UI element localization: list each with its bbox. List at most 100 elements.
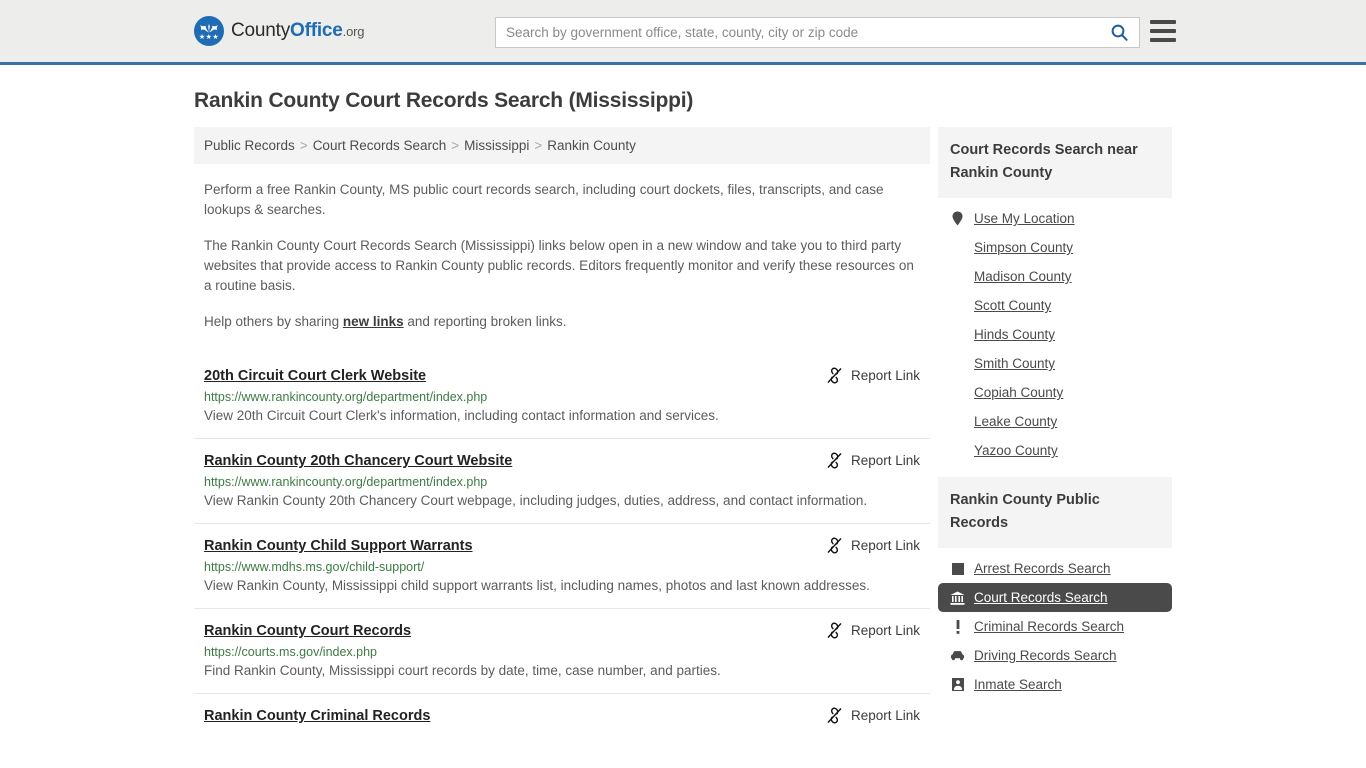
result-item: Rankin County 20th Chancery Court Websit…	[194, 438, 930, 523]
car-icon	[950, 650, 965, 661]
nearby-searches-box: Court Records Search near Rankin County …	[938, 127, 1172, 465]
search-button[interactable]	[1099, 18, 1139, 47]
intro-paragraph-1: Perform a free Rankin County, MS public …	[204, 182, 884, 217]
public-record-item-3[interactable]: Criminal Records Search	[938, 612, 1172, 641]
broken-link-icon	[827, 707, 842, 724]
hamburger-bar-1	[1150, 20, 1176, 24]
broken-link-icon	[827, 622, 842, 639]
nearby-search-item-1[interactable]: Use My Location	[938, 204, 1172, 233]
nearby-search-item-label: Simpson County	[974, 240, 1074, 255]
nearby-search-item-8[interactable]: Leake County	[938, 407, 1172, 436]
breadcrumb-item-1[interactable]: Public Records	[204, 138, 295, 153]
inmate-icon	[951, 678, 964, 691]
breadcrumb-separator: >	[451, 138, 460, 153]
public-record-item-label: Criminal Records Search	[974, 619, 1125, 634]
public-record-item-5[interactable]: Inmate Search	[938, 670, 1172, 699]
report-link-button[interactable]: Report Link	[826, 707, 920, 724]
intro-p3-before: Help others by sharing	[204, 314, 343, 329]
nearby-search-item-4[interactable]: Scott County	[938, 291, 1172, 320]
site-logo-text: CountyOffice.org	[231, 20, 364, 42]
nearby-search-item-label: Smith County	[974, 356, 1056, 371]
page-title: Rankin County Court Records Search (Miss…	[194, 89, 694, 112]
main-column: Public Records > Court Records Search > Miss…	[194, 127, 930, 737]
nearby-search-item-7[interactable]: Copiah County	[938, 378, 1172, 407]
sidebar: Court Records Search near Rankin County …	[938, 127, 1172, 711]
nearby-search-item-3[interactable]: Madison County	[938, 262, 1172, 291]
courthouse-icon	[950, 591, 965, 605]
nearby-search-item-label: Hinds County	[974, 327, 1056, 342]
report-link-button[interactable]: Report Link	[826, 537, 920, 554]
site-header: ★★★ CountyOffice.org	[0, 0, 1366, 65]
report-link-label: Report Link	[850, 708, 920, 723]
result-item: Rankin County Court Records https://court…	[194, 608, 930, 693]
nearby-searches-heading: Court Records Search near Rankin County	[938, 127, 1172, 198]
nearby-search-item-2[interactable]: Simpson County	[938, 233, 1172, 262]
report-link-label: Report Link	[850, 368, 920, 383]
breadcrumb-item-3[interactable]: Mississippi	[464, 138, 529, 153]
breadcrumb-separator: >	[534, 138, 543, 153]
results-list: 20th Circuit Court Clerk Website https://…	[194, 354, 930, 737]
hamburger-menu-icon[interactable]	[1150, 20, 1176, 42]
brand-part1: County	[231, 20, 291, 41]
report-link-label: Report Link	[850, 623, 920, 638]
exclamation-icon	[950, 619, 965, 634]
public-record-item-2[interactable]: Court Records Search	[938, 583, 1172, 612]
result-url: https://www.rankincounty.org/department/…	[204, 475, 488, 489]
result-url: https://www.mdhs.ms.gov/child-support/	[204, 560, 425, 574]
site-logo[interactable]: ★★★ CountyOffice.org	[194, 16, 364, 46]
nearby-search-item-label: Use My Location	[974, 211, 1075, 226]
search-icon	[1111, 24, 1128, 41]
result-item: 20th Circuit Court Clerk Website https://…	[194, 354, 930, 438]
map-pin-icon	[952, 211, 963, 226]
car-icon	[950, 651, 965, 661]
nearby-search-item-9[interactable]: Yazoo County	[938, 436, 1172, 465]
intro-paragraph-3: Help others by sharing new links and rep…	[204, 312, 920, 332]
result-title-link[interactable]: 20th Circuit Court Clerk Website	[204, 368, 426, 384]
result-url: https://courts.ms.gov/index.php	[204, 645, 378, 659]
report-link-label: Report Link	[850, 538, 920, 553]
nearby-search-item-5[interactable]: Hinds County	[938, 320, 1172, 349]
nearby-search-item-label: Scott County	[974, 298, 1052, 313]
brand-part2: Office	[290, 20, 343, 41]
breadcrumb-item-4[interactable]: Rankin County	[547, 138, 636, 153]
nearby-search-item-label: Madison County	[974, 269, 1072, 284]
result-item: Rankin County Child Support Warrants http…	[194, 523, 930, 608]
public-records-box: Rankin County Public Records Arrest Reco…	[938, 477, 1172, 699]
nearby-search-item-6[interactable]: Smith County	[938, 349, 1172, 378]
breadcrumb: Public Records > Court Records Search > Miss…	[194, 127, 930, 164]
public-record-item-4[interactable]: Driving Records Search	[938, 641, 1172, 670]
hamburger-bar-2	[1150, 29, 1176, 33]
public-records-list: Arrest Records Search Court Records Searc…	[938, 548, 1172, 699]
stars-glyph: ★★★	[198, 34, 220, 41]
result-description: View Rankin County 20th Chancery Court w…	[204, 493, 868, 508]
result-description: Find Rankin County, Mississippi court re…	[204, 663, 721, 678]
fingerprint-card-icon	[951, 562, 964, 575]
courthouse-icon	[950, 591, 965, 605]
public-records-heading: Rankin County Public Records	[938, 477, 1172, 548]
fingerprint-card-icon	[950, 562, 965, 575]
broken-link-icon	[827, 367, 842, 384]
result-title-link[interactable]: Rankin County Child Support Warrants	[204, 538, 473, 554]
breadcrumb-separator: >	[299, 138, 308, 153]
brand-tld: .org	[342, 24, 365, 39]
report-link-button[interactable]: Report Link	[826, 452, 920, 469]
map-pin-icon	[950, 211, 965, 226]
inmate-icon	[950, 678, 965, 691]
result-title-link[interactable]: Rankin County Court Records	[204, 623, 411, 639]
result-title-link[interactable]: Rankin County Criminal Records	[204, 708, 430, 724]
report-link-button[interactable]: Report Link	[826, 367, 920, 384]
hamburger-bar-3	[1150, 38, 1176, 42]
nearby-search-item-label: Copiah County	[974, 385, 1064, 400]
result-title-link[interactable]: Rankin County 20th Chancery Court Websit…	[204, 453, 512, 469]
search-bar[interactable]	[495, 17, 1140, 48]
broken-link-icon	[827, 537, 842, 554]
breadcrumb-item-2[interactable]: Court Records Search	[313, 138, 447, 153]
public-record-item-1[interactable]: Arrest Records Search	[938, 554, 1172, 583]
public-record-item-label: Court Records Search	[974, 590, 1108, 605]
new-links-link[interactable]: new links	[343, 314, 404, 329]
search-input[interactable]	[496, 25, 1099, 40]
intro-paragraph-2: The Rankin County Court Records Search (…	[204, 238, 914, 293]
public-record-item-label: Arrest Records Search	[974, 561, 1111, 576]
report-link-button[interactable]: Report Link	[826, 622, 920, 639]
broken-link-icon	[827, 452, 842, 469]
